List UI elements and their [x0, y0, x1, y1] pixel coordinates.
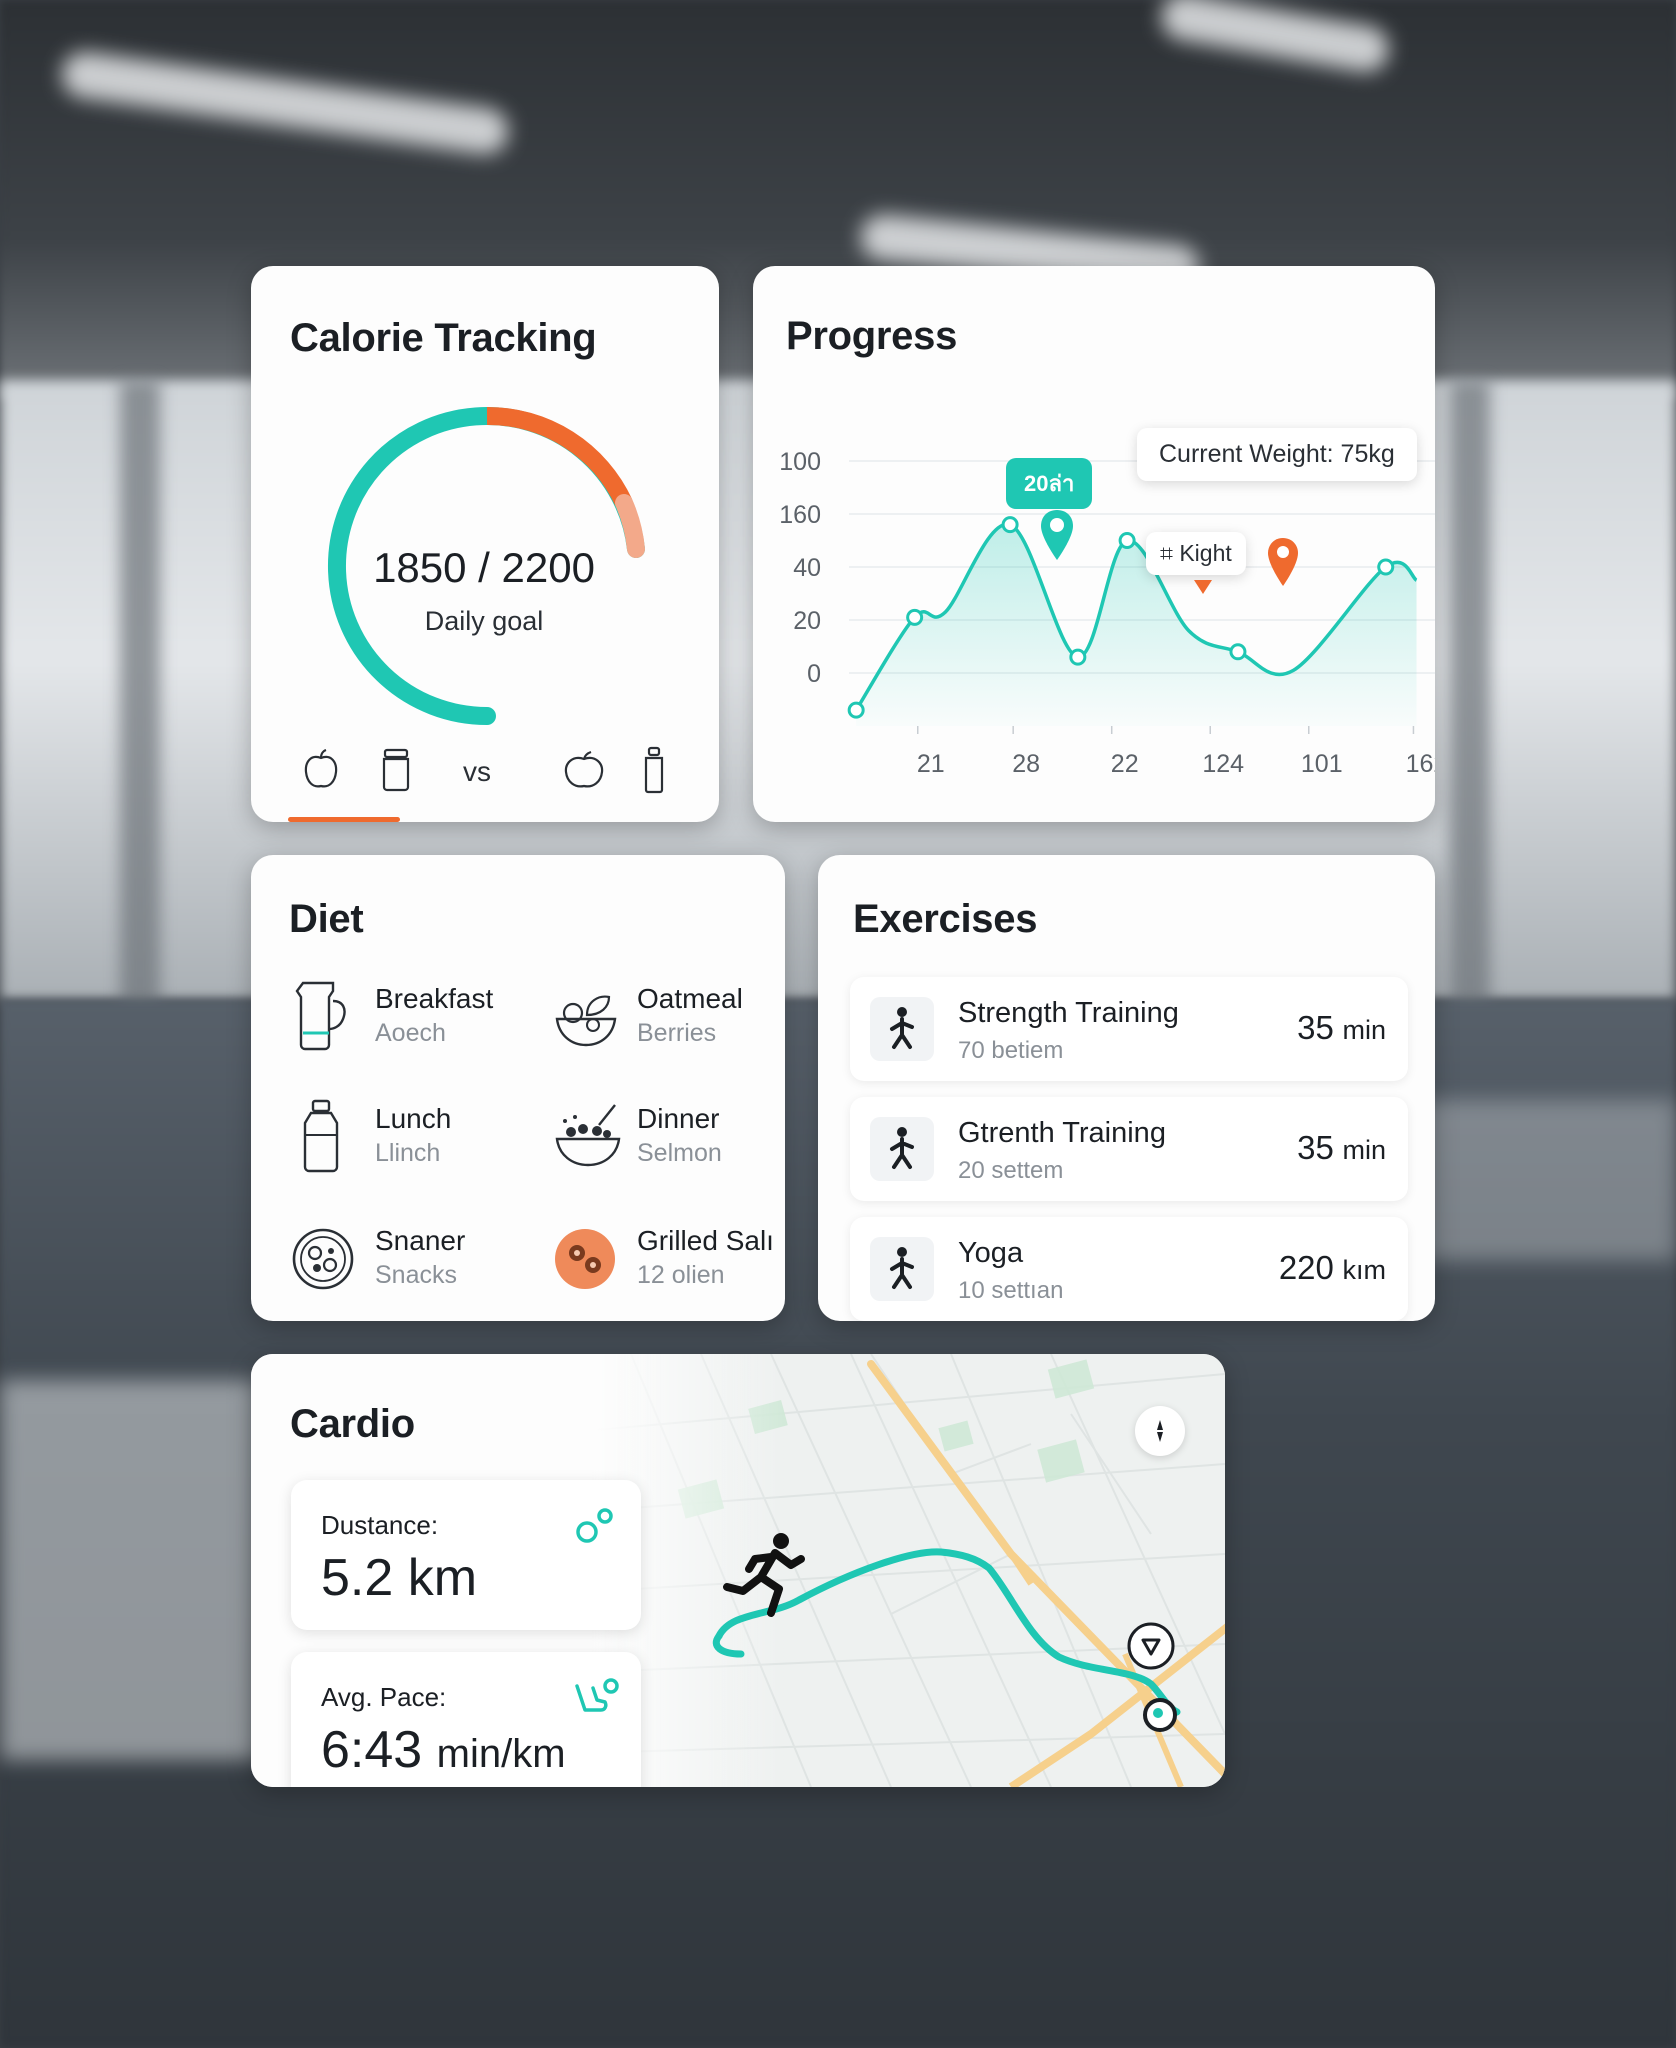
data-point: [1001, 516, 1019, 534]
area-fill: [856, 524, 1417, 726]
teal-map-pin-icon: [1039, 508, 1075, 571]
data-point: [906, 608, 924, 626]
orange-marker-icon: [1192, 578, 1214, 601]
exercise-name: Gtrenth Training: [958, 1117, 1166, 1149]
walking-person-icon: [870, 1117, 934, 1181]
diet-card-title: Diet: [289, 897, 364, 941]
walking-person-icon: [870, 997, 934, 1061]
y-tick-label: 20: [793, 607, 821, 635]
diet-card: Diet Breakfast Aoech Oatmeal Berries Lun…: [251, 855, 785, 1321]
shoe-icon: [571, 1676, 621, 1725]
y-tick-label: 160: [779, 501, 821, 529]
exercise-row[interactable]: Gtrenth Training 20 settem 35 min: [850, 1097, 1408, 1201]
orange-map-pin-icon: [1266, 536, 1300, 597]
exercise-duration: 35 min: [1297, 1129, 1386, 1166]
exercises-card-title: Exercises: [853, 897, 1038, 941]
distance-value: 5.2 km: [321, 1549, 478, 1607]
exercise-row[interactable]: Yoga 10 settıan 220 kım: [850, 1217, 1408, 1321]
apple-icon[interactable]: [303, 748, 339, 795]
exercise-duration: 35 min: [1297, 1009, 1386, 1046]
current-weight-tooltip: Current Weight: 75kg: [1137, 428, 1417, 481]
diet-item-subtitle: Snacks: [375, 1261, 457, 1289]
data-point: [1229, 643, 1247, 661]
data-point: [1069, 648, 1087, 666]
calorie-goal-label: Daily goal: [424, 606, 544, 636]
runner-icon: [721, 1529, 809, 1626]
diet-item-subtitle: Selmon: [637, 1139, 722, 1167]
snack-plate-icon: [291, 1221, 357, 1297]
pace-value: 6:43 min/km: [321, 1721, 566, 1779]
y-tick-label: 40: [793, 554, 821, 582]
diet-item-dinner[interactable]: Dinner Selmon: [553, 1095, 785, 1185]
y-tick-label: 0: [807, 660, 821, 688]
diet-item-title: Grilled Salı: [637, 1225, 774, 1256]
exercise-duration: 220 kım: [1278, 1249, 1386, 1286]
x-tick-label: 124: [1202, 750, 1244, 778]
exercise-sets: 10 settıan: [958, 1277, 1064, 1304]
exercise-name: Yoga: [958, 1237, 1024, 1269]
diet-item-subtitle: Berries: [637, 1019, 717, 1047]
progress-card: Progress 10016040200212822124101162 Curr…: [753, 266, 1435, 822]
diet-item-title: Snaner: [375, 1225, 466, 1256]
calorie-tracking-card: Calorie Tracking 1850 / 2200 Daily goal …: [251, 266, 719, 822]
walking-person-icon: [870, 1237, 934, 1301]
apple-icon[interactable]: [563, 750, 605, 795]
salad-bowl-icon: [553, 979, 619, 1055]
y-tick-label: 100: [779, 448, 821, 476]
pace-label: Avg. Pace:: [321, 1682, 447, 1712]
diet-item-subtitle: 12 olien: [637, 1261, 725, 1289]
compare-vs-label: vs: [463, 756, 491, 787]
exercise-name: Strength Training: [958, 997, 1179, 1029]
grilled-plate-icon: [553, 1221, 619, 1297]
dinner-bowl-icon: [553, 1099, 621, 1175]
data-point: [1377, 558, 1395, 576]
data-point: [847, 701, 865, 719]
highlight-value-pill: 20ล่า: [1006, 458, 1093, 509]
diet-item-grilled[interactable]: Grilled Salı 12 olien: [553, 1217, 785, 1307]
distance-label: Dustance:: [321, 1510, 439, 1540]
x-tick-label: 162: [1406, 750, 1435, 778]
weight-progress-chart: 100 160 40 20 0 21 28 22 124 101 162: [779, 448, 1435, 778]
diet-item-title: Breakfast: [375, 983, 494, 1014]
cardio-card-title: Cardio: [290, 1402, 415, 1446]
pitcher-icon: [291, 979, 357, 1055]
data-point: [1118, 532, 1136, 549]
diet-item-title: Dinner: [637, 1103, 720, 1134]
marker-label: ⌗ Kight: [1146, 532, 1246, 575]
diet-item-title: Lunch: [375, 1103, 452, 1134]
route-end-marker-icon: [1141, 1696, 1179, 1739]
diet-item-breakfast[interactable]: Breakfast Aoech: [291, 975, 531, 1065]
active-tab-indicator: [288, 817, 400, 822]
exercise-sets: 70 betiem: [958, 1037, 1064, 1064]
location-pin-icon[interactable]: [1125, 1620, 1177, 1677]
exercise-sets: 20 settem: [958, 1157, 1064, 1184]
diet-item-subtitle: Aoech: [375, 1019, 446, 1047]
x-tick-label: 21: [917, 750, 945, 778]
jar-icon[interactable]: [381, 748, 411, 797]
diet-item-lunch[interactable]: Lunch Llinch: [291, 1095, 531, 1185]
bubbles-icon: [571, 1506, 617, 1553]
diet-item-snacks[interactable]: Snaner Snacks: [291, 1217, 531, 1307]
calorie-value: 1850 / 2200: [373, 544, 595, 591]
diet-item-oatmeal[interactable]: Oatmeal Berries: [553, 975, 785, 1065]
diet-item-subtitle: Llinch: [375, 1139, 441, 1167]
cardio-card: Cardio Dustance: 5.2 km Avg. Pace: 6:43 …: [251, 1354, 1225, 1787]
bottle-icon[interactable]: [641, 746, 667, 799]
exercise-row[interactable]: Strength Training 70 betiem 35 min: [850, 977, 1408, 1081]
distance-stat: Dustance: 5.2 km: [291, 1480, 641, 1630]
diet-item-title: Oatmeal: [637, 983, 743, 1014]
x-tick-label: 101: [1301, 750, 1343, 778]
bottle-icon: [291, 1099, 357, 1175]
exercises-card: Exercises Strength Training 70 betiem 35…: [818, 855, 1435, 1321]
x-tick-label: 22: [1111, 750, 1139, 778]
map-compass-button[interactable]: [1135, 1406, 1185, 1456]
pace-stat: Avg. Pace: 6:43 min/km: [291, 1652, 641, 1787]
x-tick-label: 28: [1012, 750, 1040, 778]
